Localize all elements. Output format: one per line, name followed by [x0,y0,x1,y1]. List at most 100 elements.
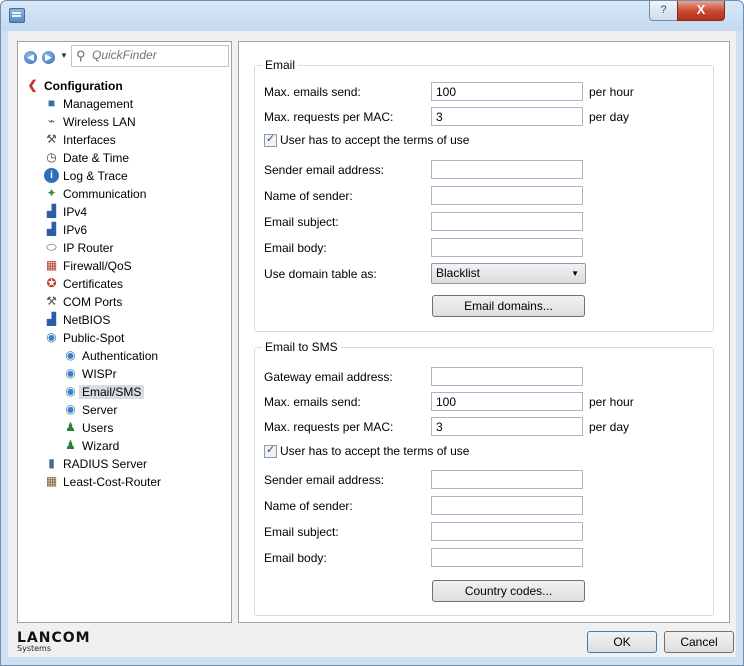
sms-sender-address-field[interactable] [431,470,583,489]
tree-item-label: NetBIOS [63,312,111,327]
tree-item-label: Users [82,420,114,435]
users-icon: ♟ [65,420,76,435]
email-subject-label: Email subject: [264,215,339,229]
tree-item-label: Log & Trace [63,168,128,183]
max-emails-unit: per hour [589,85,634,99]
title-bar[interactable]: ? X [1,1,743,31]
tree-item-ipv4[interactable]: ▟ IPv4 [44,202,87,220]
email-subject-field[interactable] [431,212,583,231]
tree-item-com-ports[interactable]: ⚒ COM Ports [44,292,122,310]
email-body-field[interactable] [431,238,583,257]
dialog-window: ? X ◀ ▶ ▼ ⚲ ❮ Configuration ■ Management [0,0,744,666]
tree-item-date-time[interactable]: ◷ Date & Time [44,148,129,166]
settings-pane: Email Max. emails send: 100 per hour Max… [238,41,730,623]
interfaces-icon: ⚒ [46,132,57,147]
sms-body-label: Email body: [264,551,327,565]
help-button[interactable]: ? [649,1,678,21]
history-dropdown-icon[interactable]: ▼ [60,51,68,60]
ok-button[interactable]: OK [587,631,657,653]
terms-checkbox-row[interactable]: User has to accept the terms of use [264,132,469,148]
domain-table-select[interactable]: Blacklist ▼ [431,263,586,284]
sms-body-field[interactable] [431,548,583,567]
tree-item-authentication[interactable]: ◉ Authentication [63,346,158,364]
email-group-title: Email [262,58,299,72]
public-spot-icon: ◉ [65,348,76,363]
quickfinder-box[interactable]: ⚲ [71,45,229,67]
terms-checkbox[interactable] [264,132,277,148]
sms-terms-checkbox[interactable] [264,443,277,459]
email-to-sms-group-title: Email to SMS [262,340,341,354]
tree-item-wireless-lan[interactable]: ⌁ Wireless LAN [44,112,136,130]
tree-item-firewall-qos[interactable]: ▦ Firewall/QoS [44,256,132,274]
close-button[interactable]: X [677,1,725,21]
tree-item-label: Wireless LAN [63,114,136,129]
sms-max-requests-field[interactable]: 3 [431,417,583,436]
max-emails-field[interactable]: 100 [431,82,583,101]
tree-item-ipv6[interactable]: ▟ IPv6 [44,220,87,238]
navigator-pane: ◀ ▶ ▼ ⚲ ❮ Configuration ■ Management ⌁ Wire… [17,41,232,623]
public-spot-icon: ◉ [46,330,57,345]
least-cost-router-icon: ▦ [45,474,58,489]
configuration-icon: ❮ [27,78,38,93]
sms-sender-address-label: Sender email address: [264,473,385,487]
gateway-address-field[interactable] [431,367,583,386]
tree-item-label: Management [63,96,134,111]
communication-icon: ✦ [46,186,57,201]
tree-item-label: Communication [63,186,147,201]
sms-terms-checkbox-row[interactable]: User has to accept the terms of use [264,443,469,459]
tree-item-ip-router[interactable]: ⬭ IP Router [44,238,113,256]
tree-item-public-spot[interactable]: ◉ Public-Spot [44,328,124,346]
tree-item-email-sms[interactable]: ◉ Email/SMS [63,382,145,400]
sms-max-emails-label: Max. emails send: [264,395,361,409]
tree-item-radius-server[interactable]: ▮ RADIUS Server [44,454,147,472]
com-ports-icon: ⚒ [46,294,57,309]
tree-item-least-cost-router[interactable]: ▦ Least-Cost-Router [44,472,161,490]
radius-server-icon: ▮ [48,456,55,471]
tree-item-label: Interfaces [63,132,116,147]
navigator-toolbar: ◀ ▶ ▼ ⚲ [18,42,231,74]
tree-item-label: Configuration [44,78,123,93]
sms-sender-name-field[interactable] [431,496,583,515]
tree-item-configuration[interactable]: ❮ Configuration [25,76,123,94]
sender-name-label: Name of sender: [264,189,353,203]
public-spot-icon: ◉ [65,366,76,381]
tree-item-wizard[interactable]: ♟ Wizard [63,436,119,454]
tree-item-communication[interactable]: ✦ Communication [44,184,146,202]
tree-item-wispr[interactable]: ◉ WISPr [63,364,116,382]
certificate-icon: ✪ [46,276,57,291]
router-icon: ⬭ [46,240,57,255]
lancom-logo: LANCOM Systems [17,630,91,653]
tree-item-server[interactable]: ◉ Server [63,400,117,418]
sender-address-field[interactable] [431,160,583,179]
tree-item-management[interactable]: ■ Management [44,94,133,112]
country-codes-button[interactable]: Country codes... [432,580,585,602]
email-domains-button[interactable]: Email domains... [432,295,585,317]
tree-item-users[interactable]: ♟ Users [63,418,113,436]
network-icon: ▟ [46,222,57,237]
sms-max-requests-label: Max. requests per MAC: [264,420,394,434]
tree-item-interfaces[interactable]: ⚒ Interfaces [44,130,116,148]
sms-subject-field[interactable] [431,522,583,541]
max-requests-field[interactable]: 3 [431,107,583,126]
sender-name-field[interactable] [431,186,583,205]
quickfinder-input[interactable] [92,47,224,63]
cancel-button[interactable]: Cancel [664,631,734,653]
tree-item-netbios[interactable]: ▟ NetBIOS [44,310,110,328]
sms-max-emails-field[interactable]: 100 [431,392,583,411]
sender-address-label: Sender email address: [264,163,385,177]
email-group: Email Max. emails send: 100 per hour Max… [254,58,714,332]
wizard-icon: ♟ [65,438,76,453]
chevron-down-icon: ▼ [571,269,579,278]
max-requests-unit: per day [589,110,630,124]
tree-item-label: IPv4 [63,204,88,219]
domain-table-value: Blacklist [436,266,481,280]
tree-item-certificates[interactable]: ✪ Certificates [44,274,123,292]
back-icon[interactable]: ◀ [24,51,37,64]
tree-item-log-trace[interactable]: i Log & Trace [44,166,128,184]
public-spot-icon: ◉ [65,384,76,399]
max-requests-label: Max. requests per MAC: [264,110,394,124]
tree-item-label: Certificates [63,276,124,291]
tree-item-label: IPv6 [63,222,88,237]
tree-item-label: Authentication [82,348,159,363]
forward-icon[interactable]: ▶ [42,51,55,64]
